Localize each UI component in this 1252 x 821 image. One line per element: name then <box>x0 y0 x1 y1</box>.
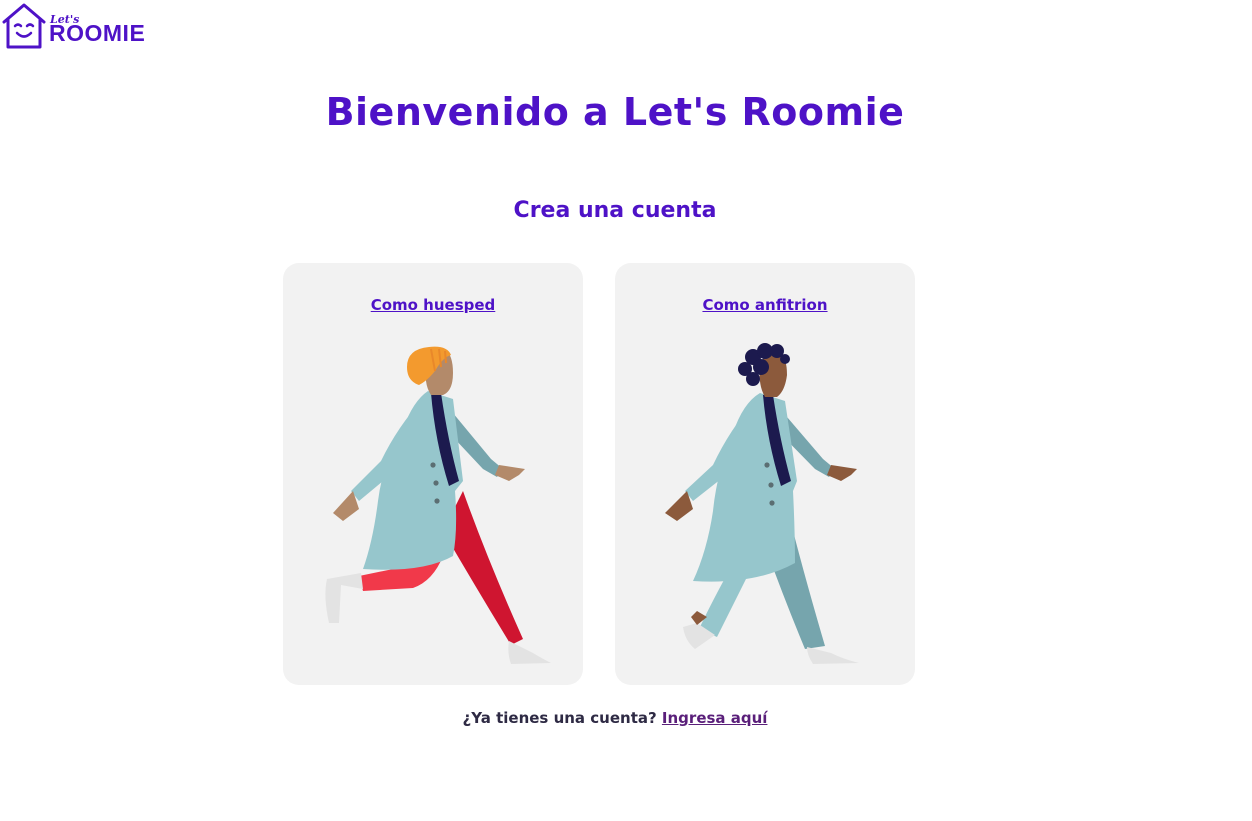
host-signup-card[interactable]: Como anfitrion <box>615 263 915 685</box>
login-question: ¿Ya tienes una cuenta? <box>462 709 657 727</box>
guest-signup-card[interactable]: Como huesped <box>283 263 583 685</box>
guest-signup-link[interactable]: Como huesped <box>283 296 583 314</box>
create-account-heading: Crea una cuenta <box>513 198 717 223</box>
login-link[interactable]: Ingresa aquí <box>662 709 768 727</box>
house-smile-icon <box>2 3 46 49</box>
logo-roomie-text: ROOMIE <box>49 20 146 46</box>
walking-guest-illustration <box>325 346 551 664</box>
page-title: Bienvenido a Let's Roomie <box>325 90 905 134</box>
host-signup-link[interactable]: Como anfitrion <box>615 296 915 314</box>
app-logo[interactable]: Let's ROOMIE <box>0 2 145 52</box>
walking-host-illustration <box>665 343 859 664</box>
login-prompt: ¿Ya tienes una cuenta? Ingresa aquí <box>0 709 1230 727</box>
